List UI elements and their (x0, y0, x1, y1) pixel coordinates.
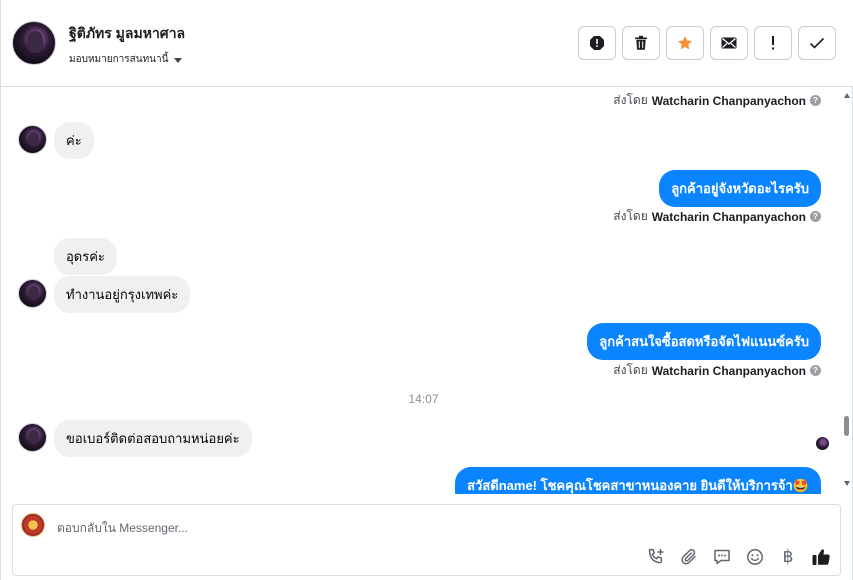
contact-avatar-small (18, 423, 47, 452)
trash-icon (635, 35, 647, 50)
agent-name: Watcharin Chanpanyachon (651, 363, 806, 378)
outgoing-message[interactable]: ลูกค้าอยู่จังหวัดอะไรครับ (659, 170, 821, 207)
seen-indicator-avatar (816, 437, 829, 450)
paperclip-icon (681, 548, 696, 565)
star-button[interactable] (666, 26, 704, 60)
thread-scrollbar[interactable] (844, 88, 852, 494)
call-button[interactable] (645, 546, 667, 568)
smiley-icon (747, 549, 763, 565)
reply-composer[interactable]: ตอบกลับใน Messenger... ฿ (12, 504, 841, 576)
baht-payment-icon[interactable]: ฿ (777, 546, 799, 568)
help-icon[interactable]: ? (810, 211, 821, 222)
reply-input[interactable]: ตอบกลับใน Messenger... (57, 519, 188, 538)
outgoing-message[interactable]: สวัสดีname! โชคคุณโชคสาขาหนองคาย ยินดีให… (455, 467, 821, 494)
delete-button[interactable] (622, 26, 660, 60)
phone-plus-icon (648, 548, 664, 564)
incoming-message[interactable]: ค่ะ (54, 122, 94, 159)
sent-by-line: ส่งโดย Watcharin Chanpanyachon ? (613, 207, 821, 226)
scroll-up-arrow-icon[interactable] (844, 93, 850, 98)
chat-bubble-icon (714, 549, 730, 565)
scroll-down-arrow-icon[interactable] (844, 481, 850, 486)
agent-name: Watcharin Chanpanyachon (651, 93, 806, 108)
incoming-message[interactable]: ขอเบอร์ติดต่อสอบถามหน่อยค่ะ (54, 420, 252, 457)
scroll-thumb[interactable] (844, 416, 849, 436)
incoming-message[interactable]: ทำงานอยู่กรุงเทพค่ะ (54, 276, 191, 313)
report-button[interactable] (578, 26, 616, 60)
page-avatar (21, 513, 45, 537)
assign-label: มอบหมายการสนทนานี้ (69, 54, 169, 65)
envelope-icon (721, 37, 737, 49)
emoji-button[interactable] (744, 546, 766, 568)
report-icon (590, 36, 604, 50)
thumbs-up-icon (812, 549, 830, 565)
like-button[interactable] (810, 546, 832, 568)
help-icon[interactable]: ? (810, 365, 821, 376)
sent-by-line: ส่งโดย Watcharin Chanpanyachon ? (613, 361, 821, 380)
help-icon[interactable]: ? (810, 95, 821, 106)
attach-button[interactable] (678, 546, 700, 568)
outgoing-message[interactable]: ลูกค้าสนใจซื้อสดหรือจัดไฟแนนซ์ครับ (587, 323, 821, 360)
sent-by-prefix: ส่งโดย (613, 209, 648, 223)
caret-down-icon (174, 57, 183, 63)
contact-name[interactable]: ฐิติภัทร มูลมหาศาล (69, 23, 185, 45)
contact-avatar-small (18, 279, 47, 308)
message-thread[interactable]: ส่งโดย Watcharin Chanpanyachon ? ค่ะ ลูก… (1, 88, 846, 494)
contact-avatar[interactable] (12, 21, 56, 65)
timestamp: 14:07 (408, 392, 439, 406)
header-actions (578, 26, 836, 60)
star-icon (678, 36, 692, 50)
incoming-message[interactable]: อุดรค่ะ (54, 238, 117, 275)
assign-conversation-dropdown[interactable]: มอบหมายการสนทนานี้ (69, 52, 183, 67)
mark-unread-button[interactable] (710, 26, 748, 60)
conversation-panel: ฐิติภัทร มูลมหาศาล มอบหมายการสนทนานี้ ส่… (0, 0, 853, 580)
saved-replies-button[interactable] (711, 546, 733, 568)
contact-avatar-small (18, 125, 47, 154)
conversation-header: ฐิติภัทร มูลมหาศาล มอบหมายการสนทนานี้ (1, 0, 853, 87)
sent-by-prefix: ส่งโดย (613, 93, 648, 107)
agent-name: Watcharin Chanpanyachon (651, 209, 806, 224)
sent-by-prefix: ส่งโดย (613, 363, 648, 377)
sent-by-line: ส่งโดย Watcharin Chanpanyachon ? (613, 91, 821, 110)
exclamation-icon (772, 36, 774, 50)
mark-done-button[interactable] (798, 26, 836, 60)
composer-toolbar: ฿ (645, 546, 832, 568)
important-button[interactable] (754, 26, 792, 60)
check-icon (809, 37, 825, 49)
